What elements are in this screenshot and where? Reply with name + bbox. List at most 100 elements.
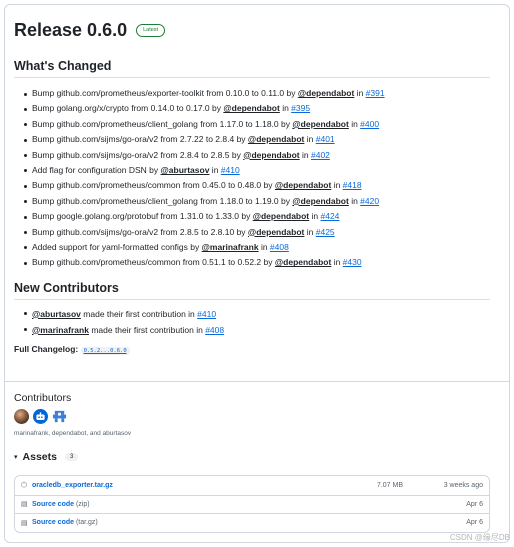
change-text: Bump github.com/prometheus/client_golang… bbox=[32, 118, 293, 129]
change-author-link[interactable]: @dependabot bbox=[243, 150, 299, 160]
change-author-link[interactable]: @dependabot bbox=[248, 227, 304, 237]
change-text: Bump github.com/sijms/go-ora/v2 from 2.8… bbox=[32, 149, 244, 160]
new-contributor-text: made their first contribution in bbox=[88, 324, 206, 335]
release-title[interactable]: Release 0.6.0 bbox=[14, 20, 127, 41]
change-in-text: in bbox=[348, 195, 361, 206]
change-text: Bump github.com/sijms/go-ora/v2 from 2.7… bbox=[32, 134, 248, 145]
avatar-marinafrank[interactable] bbox=[14, 409, 29, 424]
change-in-text: in bbox=[209, 164, 221, 175]
contributor-avatars bbox=[14, 409, 500, 424]
whats-changed-heading: What's Changed bbox=[14, 59, 490, 78]
new-contributor-item: @aburtasov made their first contribution… bbox=[24, 306, 500, 322]
change-in-text: in bbox=[354, 88, 366, 98]
change-item: Added support for yaml-formatted configs… bbox=[24, 240, 500, 255]
full-changelog-link[interactable]: 0.5.2...0.6.0 bbox=[80, 346, 130, 355]
package-icon: ⬡ bbox=[21, 482, 28, 490]
change-text: Bump github.com/prometheus/exporter-tool… bbox=[32, 88, 298, 98]
asset-name: Source code bbox=[32, 519, 75, 527]
asset-name: oracledb_exporter.tar.gz bbox=[32, 481, 113, 489]
new-contributor-pr-link[interactable]: #408 bbox=[205, 325, 224, 335]
change-text: Bump github.com/sijms/go-ora/v2 from 2.8… bbox=[32, 226, 248, 237]
change-item: Bump github.com/sijms/go-ora/v2 from 2.8… bbox=[24, 148, 500, 163]
new-contributor-text: made their first contribution in bbox=[80, 308, 198, 319]
asset-download-link[interactable]: oracledb_exporter.tar.gz bbox=[32, 482, 313, 489]
change-item: Add flag for configuration DSN by @aburt… bbox=[24, 163, 500, 178]
change-pr-link[interactable]: #418 bbox=[343, 180, 362, 190]
change-item: Bump google.golang.org/protobuf from 1.3… bbox=[24, 209, 500, 224]
asset-size: 7.07 MB bbox=[376, 481, 403, 489]
chevron-down-icon: ▾ bbox=[14, 454, 18, 461]
change-text: Bump golang.org/x/crypto from 0.14.0 to … bbox=[32, 103, 224, 114]
change-pr-link[interactable]: #391 bbox=[366, 88, 385, 98]
asset-date: Apr 6 bbox=[466, 519, 483, 527]
dependabot-icon bbox=[36, 412, 45, 420]
change-author-link[interactable]: @aburtasov bbox=[161, 165, 210, 175]
change-pr-link[interactable]: #402 bbox=[311, 150, 330, 160]
asset-date: 3 weeks ago bbox=[443, 481, 483, 489]
asset-date: Apr 6 bbox=[466, 500, 483, 508]
change-author-link[interactable]: @marinafrank bbox=[202, 242, 259, 252]
contributors-section: Contributors marinafrank, dependabot, an… bbox=[5, 382, 509, 533]
change-pr-link[interactable]: #425 bbox=[316, 227, 335, 237]
change-pr-link[interactable]: #400 bbox=[360, 119, 379, 129]
contributors-heading: Contributors bbox=[14, 392, 72, 404]
release-card: Release 0.6.0 Latest What's Changed Bump… bbox=[4, 4, 510, 543]
changes-list: Bump github.com/prometheus/exporter-tool… bbox=[24, 86, 500, 271]
change-in-text: in bbox=[279, 103, 292, 114]
change-item: Bump github.com/prometheus/common from 0… bbox=[24, 255, 500, 270]
change-text: Bump github.com/prometheus/client_golang… bbox=[32, 195, 293, 206]
new-contributor-pr-link[interactable]: #410 bbox=[197, 309, 216, 319]
asset-download-link[interactable]: Source code (tar.gz) bbox=[32, 519, 313, 526]
release-header: Release 0.6.0 Latest bbox=[14, 15, 500, 45]
change-author-link[interactable]: @dependabot bbox=[223, 103, 279, 113]
change-in-text: in bbox=[309, 211, 321, 222]
change-pr-link[interactable]: #410 bbox=[221, 165, 240, 175]
change-item: Bump golang.org/x/crypto from 0.14.0 to … bbox=[24, 101, 500, 116]
change-in-text: in bbox=[258, 241, 270, 252]
change-pr-link[interactable]: #430 bbox=[343, 257, 362, 267]
change-author-link[interactable]: @dependabot bbox=[248, 134, 304, 144]
asset-name: Source code bbox=[32, 500, 75, 508]
release-body: Release 0.6.0 Latest What's Changed Bump… bbox=[5, 5, 509, 382]
change-author-link[interactable]: @dependabot bbox=[275, 180, 331, 190]
asset-row: ▤ Source code (zip) Apr 6 bbox=[15, 494, 489, 514]
full-changelog-label: Full Changelog: bbox=[14, 343, 81, 354]
change-author-link[interactable]: @dependabot bbox=[253, 211, 309, 221]
asset-download-link[interactable]: Source code (zip) bbox=[32, 501, 313, 508]
change-item: Bump github.com/prometheus/client_golang… bbox=[24, 117, 500, 132]
asset-name-suffix: (tar.gz) bbox=[74, 519, 98, 527]
assets-toggle[interactable]: ▾ Assets 3 bbox=[14, 451, 500, 463]
new-contributors-list: @aburtasov made their first contribution… bbox=[24, 306, 500, 338]
asset-row: ⬡ oracledb_exporter.tar.gz 7.07 MB 3 weeks … bbox=[15, 476, 489, 495]
assets-title: Assets bbox=[22, 451, 57, 463]
avatar-aburtasov[interactable] bbox=[52, 409, 67, 424]
assets-list: ⬡ oracledb_exporter.tar.gz 7.07 MB 3 weeks … bbox=[14, 475, 490, 533]
identicon-icon bbox=[52, 410, 67, 423]
change-text: Added support for yaml-formatted configs… bbox=[32, 241, 202, 252]
change-author-link[interactable]: @dependabot bbox=[292, 119, 348, 129]
new-contributor-link[interactable]: @marinafrank bbox=[32, 325, 89, 335]
watermark: CSDN @缘尽DB bbox=[449, 533, 510, 542]
change-pr-link[interactable]: #420 bbox=[360, 196, 379, 206]
avatar-dependabot[interactable] bbox=[33, 409, 48, 424]
change-author-link[interactable]: @dependabot bbox=[292, 196, 348, 206]
change-item: Bump github.com/prometheus/common from 0… bbox=[24, 178, 500, 193]
change-pr-link[interactable]: #395 bbox=[291, 103, 310, 113]
new-contributors-heading: New Contributors bbox=[14, 281, 490, 300]
change-item: Bump github.com/prometheus/exporter-tool… bbox=[24, 86, 500, 101]
change-author-link[interactable]: @dependabot bbox=[275, 257, 331, 267]
change-pr-link[interactable]: #408 bbox=[270, 242, 289, 252]
full-changelog: Full Changelog: 0.5.2...0.6.0 bbox=[14, 343, 500, 355]
change-item: Bump github.com/sijms/go-ora/v2 from 2.8… bbox=[24, 225, 500, 240]
latest-badge: Latest bbox=[136, 23, 166, 37]
change-pr-link[interactable]: #401 bbox=[316, 134, 335, 144]
change-pr-link[interactable]: #424 bbox=[321, 211, 340, 221]
new-contributor-link[interactable]: @aburtasov bbox=[32, 309, 81, 319]
change-in-text: in bbox=[331, 180, 343, 191]
contributor-names: marinafrank, dependabot, and aburtasov bbox=[14, 430, 132, 437]
asset-name-suffix: (zip) bbox=[74, 500, 90, 508]
change-in-text: in bbox=[331, 257, 343, 268]
asset-row: ▤ Source code (tar.gz) Apr 6 bbox=[15, 513, 489, 532]
change-text: Bump google.golang.org/protobuf from 1.3… bbox=[32, 211, 253, 222]
change-author-link[interactable]: @dependabot bbox=[298, 88, 354, 98]
